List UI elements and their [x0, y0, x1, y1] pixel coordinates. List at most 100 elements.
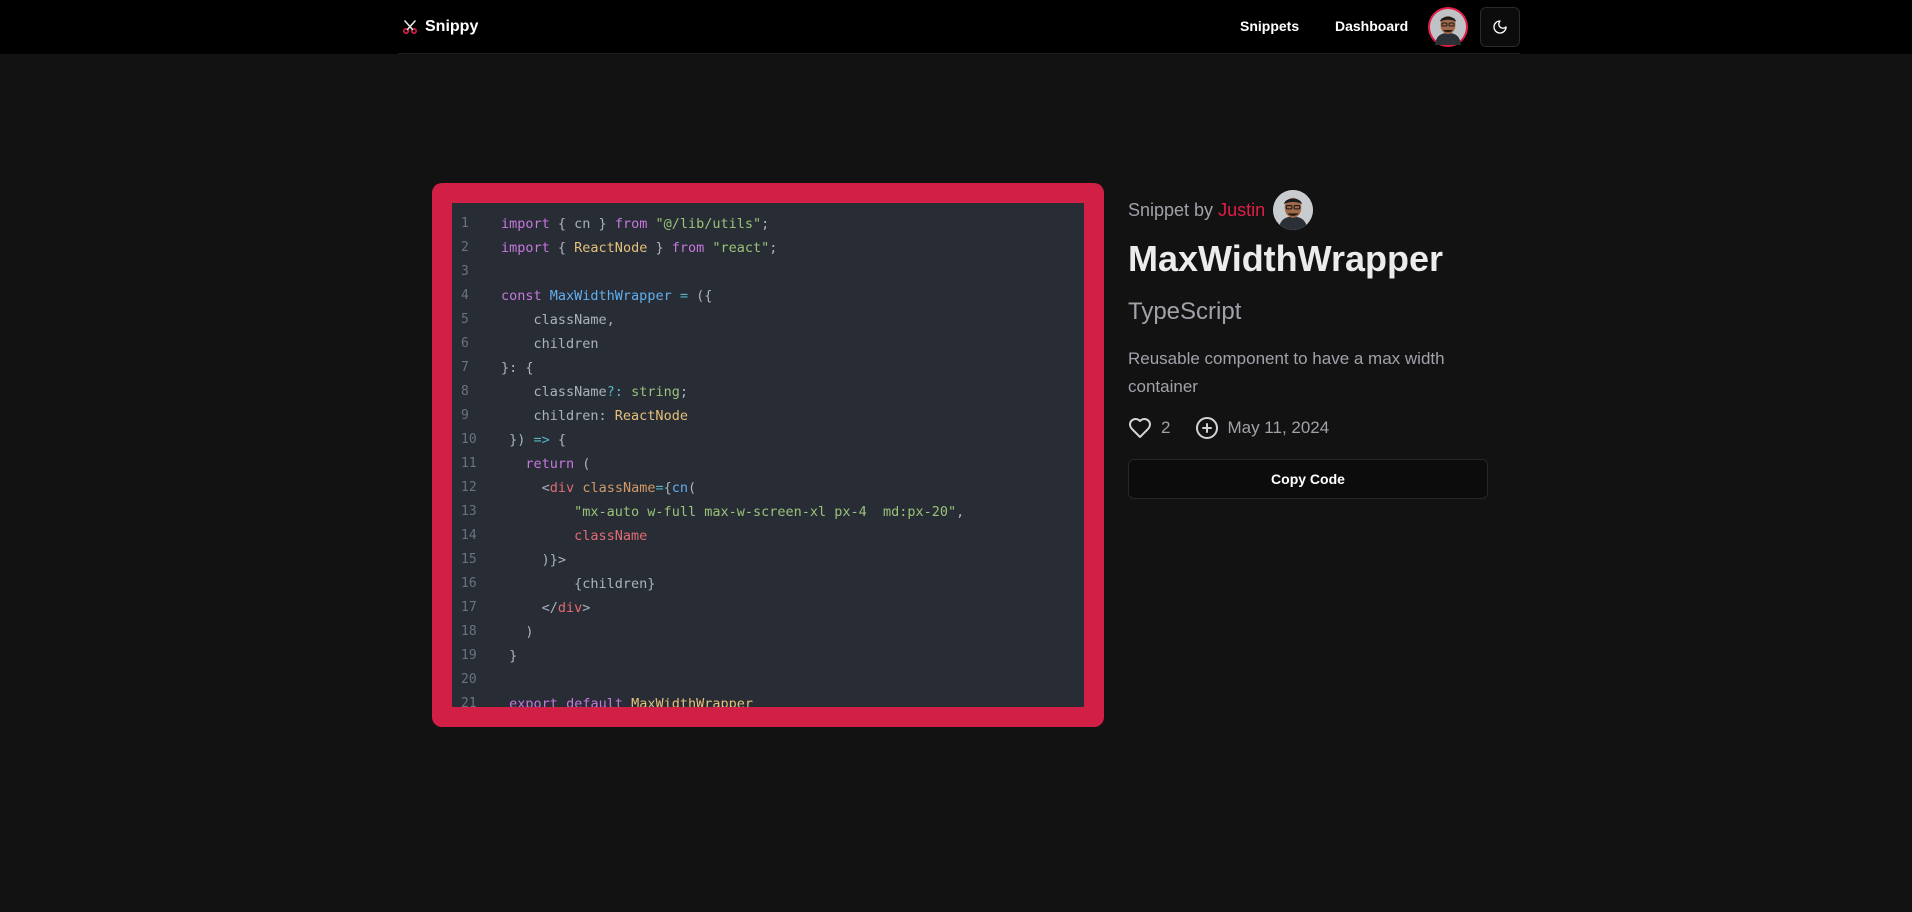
line-content: children: ReactNode [501, 404, 688, 428]
code-token: return [525, 456, 575, 472]
brand-name: Snippy [425, 18, 479, 35]
line-number: 16 [461, 576, 477, 591]
code-token: ?: [606, 384, 623, 400]
code-token: {children} [501, 576, 656, 592]
code-block[interactable]: 1 import { cn } from "@/lib/utils"; 2 impor… [452, 203, 1084, 707]
line-content: children [501, 332, 599, 356]
like-button[interactable]: 2 [1128, 416, 1170, 440]
line-number: 10 [461, 432, 477, 447]
code-token: , [956, 504, 965, 520]
code-token: MaxWidthWrapper [631, 696, 754, 707]
brand-logo-link[interactable]: Snippy [402, 16, 478, 38]
code-token: { [663, 480, 672, 496]
user-avatar-button[interactable] [1428, 7, 1468, 47]
scissors-icon [402, 19, 418, 35]
line-number: 9 [461, 408, 469, 423]
code-token: className, [501, 312, 615, 328]
code-token: = [679, 288, 688, 304]
code-token: </ [501, 600, 558, 616]
line-number: 11 [461, 456, 477, 471]
code-token: } [501, 648, 518, 664]
copy-code-button[interactable]: Copy Code [1128, 459, 1488, 499]
created-date: May 11, 2024 [1195, 416, 1329, 440]
code-token: const [501, 288, 542, 304]
line-content: </div> [501, 596, 591, 620]
code-token: children [501, 336, 599, 352]
line-content: return ( [501, 452, 590, 476]
line-content: className?: string; [501, 380, 689, 404]
code-token: children: [501, 408, 615, 424]
code-token: ({ [687, 288, 713, 304]
code-token: ( [574, 456, 591, 472]
line-content: import { ReactNode } from "react"; [501, 236, 777, 260]
code-token: => [533, 432, 550, 448]
code-token: ( [688, 480, 697, 496]
avatar [1430, 9, 1466, 45]
top-navbar: Snippy Snippets Dashboard [0, 0, 1912, 54]
code-token: } [647, 240, 672, 256]
code-token: import [501, 216, 550, 232]
line-content: className, [501, 308, 615, 332]
nav-link-snippets[interactable]: Snippets [1240, 18, 1299, 34]
line-number: 20 [461, 672, 477, 687]
nav-link-dashboard[interactable]: Dashboard [1335, 18, 1408, 34]
line-number: 19 [461, 648, 477, 663]
code-frame: 1 import { cn } from "@/lib/utils"; 2 impor… [432, 183, 1104, 727]
line-number: 6 [461, 336, 469, 351]
line-number: 15 [461, 552, 477, 567]
code-token: { cn } [549, 216, 615, 232]
snippet-title: MaxWidthWrapper [1128, 238, 1444, 279]
heart-icon [1128, 416, 1152, 440]
code-token: ) [501, 624, 534, 640]
line-number: 8 [461, 384, 469, 399]
code-token: ; [761, 216, 770, 232]
code-token: cn [671, 480, 689, 496]
code-token: div [549, 480, 575, 496]
line-number: 21 [461, 696, 477, 707]
code-token: export [509, 696, 558, 707]
code-token: div [557, 600, 583, 616]
code-token: className [501, 384, 607, 400]
plus-circle-icon [1195, 416, 1219, 440]
line-number: 13 [461, 504, 477, 519]
code-token: ; [769, 240, 778, 256]
line-number: 2 [461, 240, 469, 255]
line-content: className [501, 524, 647, 548]
code-token: className [582, 480, 656, 496]
code-token: }) [501, 432, 534, 448]
code-token: from [671, 240, 705, 256]
line-content: )}> [501, 548, 566, 572]
author-link[interactable]: Justin [1218, 200, 1265, 221]
line-content: } [501, 644, 517, 668]
code-token: = [655, 480, 664, 496]
code-token: > [582, 600, 591, 616]
theme-toggle-button[interactable] [1480, 7, 1520, 47]
snippet-meta: 2 May 11, 2024 [1128, 416, 1329, 440]
code-token: "react" [712, 240, 770, 256]
date-text: May 11, 2024 [1227, 418, 1330, 437]
code-token: ReactNode [574, 240, 648, 256]
line-number: 14 [461, 528, 477, 543]
code-token: default [566, 696, 623, 707]
line-number: 4 [461, 288, 469, 303]
code-token: )}> [501, 552, 567, 568]
line-content: ) [501, 620, 534, 644]
line-number: 12 [461, 480, 477, 495]
code-token: import [501, 240, 550, 256]
line-content: const MaxWidthWrapper = ({ [501, 284, 712, 308]
line-content: export default MaxWidthWrapper [501, 692, 753, 707]
snippet-byline: Snippet by Justin [1128, 190, 1314, 230]
byline-prefix: Snippet by [1128, 199, 1214, 220]
line-content: }) => { [501, 428, 566, 452]
code-token: from [614, 216, 648, 232]
line-content: import { cn } from "@/lib/utils"; [501, 212, 769, 236]
code-token: className [574, 528, 648, 544]
author-avatar[interactable] [1273, 190, 1314, 230]
line-number: 7 [461, 360, 469, 375]
code-token: { [549, 240, 575, 256]
